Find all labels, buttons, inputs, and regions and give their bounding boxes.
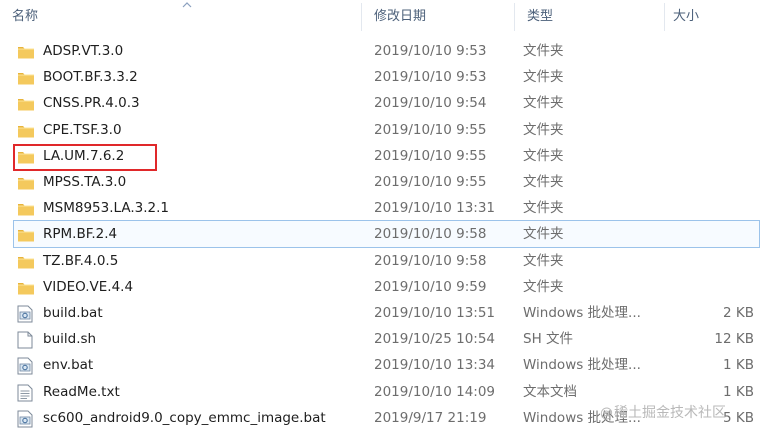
blank-file-icon [17, 326, 37, 352]
row-type: Windows 批处理... [523, 305, 641, 321]
row-size [634, 117, 754, 143]
row-date: 2019/10/25 10:54 [374, 331, 496, 348]
row-name: build.bat [43, 305, 103, 321]
row-type: 文件夹 [523, 174, 564, 190]
folder-icon [17, 274, 37, 300]
row-type: SH 文件 [523, 331, 574, 348]
column-header-size-label: 大小 [673, 9, 700, 24]
row-date: 2019/10/10 14:09 [374, 383, 496, 400]
row-size: 1 KB [723, 357, 754, 374]
file-list-row[interactable]: build.bat 2019/10/10 13:51 Windows 批处理... 2… [14, 300, 765, 326]
watermark: @稀土掘金技术社区 [600, 405, 726, 421]
row-date: 2019/10/10 9:58 [374, 226, 487, 243]
row-type: 文件夹 [523, 121, 564, 138]
row-name: ADSP.VT.3.0 [43, 43, 124, 59]
file-list-row[interactable]: MPSS.TA.3.0 2019/10/10 9:55 文件夹 [14, 169, 765, 195]
row-name: CNSS.PR.4.0.3 [43, 95, 140, 112]
row-name: sc600_android9.0_copy_emmc_image.bat [43, 409, 326, 426]
row-name: ReadMe.txt [43, 383, 120, 400]
row-size [634, 221, 754, 247]
row-name: CPE.TSF.3.0 [43, 121, 122, 138]
sort-ascending-icon [182, 2, 192, 8]
row-date: 2019/10/10 9:55 [374, 121, 487, 138]
text-file-icon [17, 379, 37, 405]
row-type: 文件夹 [523, 200, 564, 217]
watermark-text: 稀土掘金技术社区 [614, 405, 726, 421]
row-type: 文件夹 [523, 43, 564, 59]
column-header-name[interactable]: 名称 [0, 0, 360, 34]
row-type: 文件夹 [523, 278, 564, 295]
row-size: 2 KB [723, 305, 754, 321]
folder-icon [17, 169, 37, 195]
column-header-bar: 名称 修改日期 类型 大小 [0, 0, 765, 34]
column-header-type[interactable]: 类型 [515, 0, 663, 34]
row-date: 2019/10/10 9:54 [374, 95, 487, 112]
row-date: 2019/10/10 9:53 [374, 43, 487, 59]
file-list-row[interactable]: ADSP.VT.3.0 2019/10/10 9:53 文件夹 [14, 38, 765, 64]
annotation-highlight-box [13, 144, 157, 171]
row-size [634, 248, 754, 274]
batch-file-icon [17, 300, 37, 326]
row-type: 文件夹 [523, 69, 564, 86]
folder-icon [17, 38, 37, 64]
row-type: 文件夹 [523, 147, 564, 164]
row-name: RPM.BF.2.4 [43, 226, 118, 243]
row-name: BOOT.BF.3.3.2 [43, 69, 138, 86]
batch-file-icon [17, 405, 37, 431]
file-list-row[interactable]: VIDEO.VE.4.4 2019/10/10 9:59 文件夹 [14, 274, 765, 300]
file-list-row[interactable]: ReadMe.txt 2019/10/10 14:09 文本文档 1 KB [14, 379, 765, 405]
row-size [634, 90, 754, 116]
row-date: 2019/10/10 9:59 [374, 278, 487, 295]
batch-file-icon [17, 352, 37, 378]
row-size [634, 38, 754, 64]
row-type: Windows 批处理... [523, 357, 641, 374]
file-list-row[interactable]: build.sh 2019/10/25 10:54 SH 文件 12 KB [14, 326, 765, 352]
row-type: 文件夹 [523, 252, 564, 269]
column-header-type-label: 类型 [527, 9, 554, 24]
row-size [634, 169, 754, 195]
row-name: TZ.BF.4.0.5 [43, 252, 119, 269]
file-list-row[interactable]: RPM.BF.2.4 2019/10/10 9:58 文件夹 [13, 220, 760, 249]
row-date: 2019/9/17 21:19 [374, 409, 487, 426]
folder-icon [17, 221, 37, 247]
folder-icon [17, 248, 37, 274]
row-name: build.sh [43, 331, 97, 348]
row-date: 2019/10/10 9:58 [374, 252, 487, 269]
file-list-row[interactable]: CNSS.PR.4.0.3 2019/10/10 9:54 文件夹 [14, 90, 765, 116]
file-list-row[interactable]: CPE.TSF.3.0 2019/10/10 9:55 文件夹 [14, 117, 765, 143]
row-type: 文件夹 [523, 226, 564, 243]
row-size: 12 KB [714, 331, 754, 348]
folder-icon [17, 117, 37, 143]
column-header-date[interactable]: 修改日期 [362, 0, 510, 34]
folder-icon [17, 195, 37, 221]
file-list-row[interactable]: TZ.BF.4.0.5 2019/10/10 9:58 文件夹 [14, 248, 765, 274]
column-header-name-label: 名称 [12, 9, 39, 24]
file-list-row[interactable]: BOOT.BF.3.3.2 2019/10/10 9:53 文件夹 [14, 64, 765, 90]
row-date: 2019/10/10 9:55 [374, 174, 487, 190]
row-name: VIDEO.VE.4.4 [43, 278, 134, 295]
row-date: 2019/10/10 9:53 [374, 69, 487, 86]
row-size: 1 KB [723, 383, 754, 400]
folder-icon [17, 64, 37, 90]
row-size [634, 274, 754, 300]
row-date: 2019/10/10 13:51 [374, 305, 496, 321]
row-date: 2019/10/10 13:31 [374, 200, 496, 217]
row-type: 文件夹 [523, 95, 564, 112]
row-size [634, 195, 754, 221]
column-header-date-label: 修改日期 [374, 9, 427, 24]
row-size [634, 143, 754, 169]
column-header-size[interactable]: 大小 [665, 0, 765, 34]
row-name: env.bat [43, 357, 94, 374]
folder-icon [17, 90, 37, 116]
row-date: 2019/10/10 9:55 [374, 147, 487, 164]
row-size [634, 64, 754, 90]
row-name: MSM8953.LA.3.2.1 [43, 200, 169, 217]
file-list-row[interactable]: env.bat 2019/10/10 13:34 Windows 批处理... 1 K… [14, 352, 765, 378]
row-date: 2019/10/10 13:34 [374, 357, 496, 374]
row-name: MPSS.TA.3.0 [43, 174, 127, 190]
row-type: 文本文档 [523, 383, 577, 400]
file-list-row[interactable]: MSM8953.LA.3.2.1 2019/10/10 13:31 文件夹 [14, 195, 765, 221]
